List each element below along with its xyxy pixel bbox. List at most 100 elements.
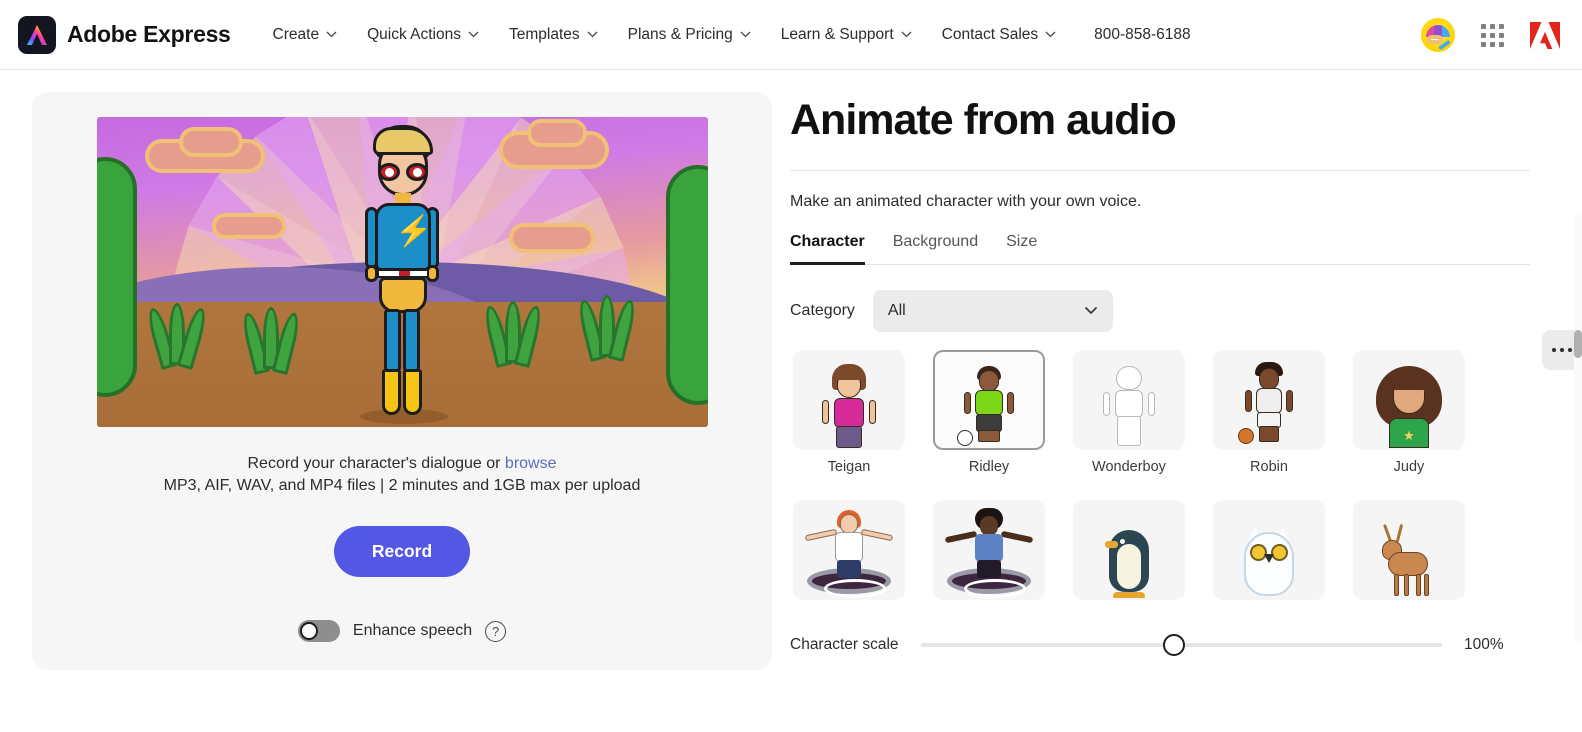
browse-link[interactable]: browse [505, 455, 557, 472]
cloud-shape [1427, 35, 1443, 44]
nav-item-plans-pricing[interactable]: Plans & Pricing [628, 26, 751, 44]
user-avatar[interactable] [1421, 18, 1455, 52]
star-icon: ★ [1403, 428, 1415, 443]
page-title: Animate from audio [790, 96, 1177, 144]
character-scale-row: Character scale 100% [790, 634, 1510, 656]
character-thumbnail [793, 500, 905, 600]
chevron-down-icon [468, 31, 479, 38]
character-thumbnail [1073, 350, 1185, 450]
record-button[interactable]: Record [333, 526, 471, 577]
enhance-speech-toggle[interactable] [297, 620, 340, 642]
character-card-trampoline-1[interactable] [790, 500, 908, 609]
character-card-teigan[interactable]: Teigan [790, 350, 908, 475]
girl-figure-icon [819, 360, 879, 448]
nav-item-contact-sales[interactable]: Contact Sales [942, 26, 1057, 44]
adobe-logo-icon[interactable] [1530, 21, 1560, 49]
character-scale-value: 100% [1464, 636, 1504, 653]
nav-item-learn-support[interactable]: Learn & Support [781, 26, 912, 44]
character-card-owl[interactable] [1210, 500, 1328, 609]
character-thumbnail [1213, 350, 1325, 450]
cloud-icon [178, 127, 243, 157]
more-dot [1552, 348, 1556, 352]
nav-phone-number[interactable]: 800-858-6188 [1094, 26, 1191, 44]
page-subtitle: Make an animated character with your own… [790, 193, 1142, 210]
character-preview[interactable]: ⚡ [96, 117, 708, 427]
nav-label: Quick Actions [367, 25, 461, 43]
upload-hint: Record your character's dialogue or brow… [164, 453, 641, 497]
character-card-robin[interactable]: Robin [1210, 350, 1328, 475]
character-name: Robin [1250, 459, 1288, 475]
nav-label: Learn & Support [780, 25, 894, 43]
nav-item-create[interactable]: Create [273, 26, 338, 44]
nav-item-templates[interactable]: Templates [509, 26, 598, 44]
character-thumbnail [793, 350, 905, 450]
cloud-icon [508, 223, 595, 253]
nav-label: Contact Sales [941, 25, 1039, 43]
outline-boy-figure-icon [1099, 360, 1159, 448]
enhance-speech-row: Enhance speech ? [297, 620, 507, 642]
soccer-ball-icon [957, 430, 973, 446]
trampoline-figure-icon [799, 502, 899, 598]
character-card-wonderboy[interactable]: Wonderboy [1070, 350, 1188, 475]
category-value: All [887, 302, 906, 319]
title-divider [790, 170, 1530, 171]
character-card-ridley[interactable]: Ridley [930, 350, 1048, 475]
nav-item-quick-actions[interactable]: Quick Actions [367, 26, 479, 44]
chevron-down-icon [1045, 31, 1056, 38]
bush-icon [96, 157, 137, 397]
enhance-speech-label: Enhance speech [352, 622, 473, 639]
chevron-down-icon [1084, 302, 1098, 320]
question-mark-icon[interactable]: ? [485, 620, 507, 642]
app-grid-icon[interactable] [1481, 23, 1504, 47]
audio-input-card: ⚡ Record your character's dialogue or br… [32, 92, 772, 670]
owl-icon [1242, 528, 1296, 598]
chevron-down-icon [326, 31, 337, 38]
brand-name: Adobe Express [67, 21, 231, 47]
tab-size[interactable]: Size [1006, 233, 1037, 265]
tab-character[interactable]: Character [790, 233, 865, 265]
basketball-icon [1238, 428, 1254, 444]
site-header: Adobe Express Create Quick Actions Templ… [0, 0, 1582, 70]
bush-icon [665, 165, 708, 405]
nav-label: Templates [508, 25, 580, 43]
cloud-icon [526, 119, 587, 147]
character-thumbnail [1073, 500, 1185, 600]
chevron-down-icon [901, 31, 912, 38]
girl-curly-hair-figure-icon: ★ [1372, 360, 1446, 448]
chevron-down-icon [587, 31, 598, 38]
cloud-icon [211, 213, 286, 239]
deer-icon [1380, 522, 1438, 598]
left-column: ⚡ Record your character's dialogue or br… [0, 92, 790, 732]
brand[interactable]: Adobe Express [18, 15, 231, 54]
adobe-express-logo-icon [18, 15, 56, 54]
nav-label: Create [272, 25, 320, 43]
tab-bar: Character Background Size [790, 233, 1530, 265]
character-thumbnail: ★ [1353, 350, 1465, 450]
main-nav: Create Quick Actions Templates Plans & P… [273, 26, 1191, 44]
lightning-bolt-icon: ⚡ [395, 215, 433, 248]
slider-thumb[interactable] [1163, 634, 1186, 656]
page-body: ⚡ Record your character's dialogue or br… [0, 70, 1582, 732]
character-grid: Teigan Ridley Wonderboy Robin ★ Judy [790, 350, 1510, 609]
panel-scrollbar[interactable] [1574, 212, 1582, 642]
hair-top [373, 127, 433, 155]
toggle-knob [299, 622, 318, 640]
tab-background[interactable]: Background [893, 233, 978, 265]
character-scale-label: Character scale [790, 636, 899, 653]
character-card-deer[interactable] [1350, 500, 1468, 609]
category-select[interactable]: All [872, 290, 1113, 332]
nav-label: Plans & Pricing [627, 25, 733, 43]
hint-line1: Record your character's dialogue or [247, 455, 501, 472]
scrollbar-thumb[interactable] [1574, 330, 1582, 358]
right-column: Animate from audio Make an animated char… [790, 92, 1582, 732]
chevron-down-icon [740, 31, 751, 38]
character-card-trampoline-2[interactable] [930, 500, 1048, 609]
category-label: Category [790, 302, 855, 319]
character-scale-slider[interactable] [920, 634, 1442, 656]
penguin-icon [1105, 524, 1153, 598]
character-card-penguin[interactable] [1070, 500, 1188, 609]
character-name: Teigan [827, 459, 871, 475]
character-thumbnail [933, 500, 1045, 600]
character-card-judy[interactable]: ★ Judy [1350, 350, 1468, 475]
more-dot [1568, 348, 1572, 352]
